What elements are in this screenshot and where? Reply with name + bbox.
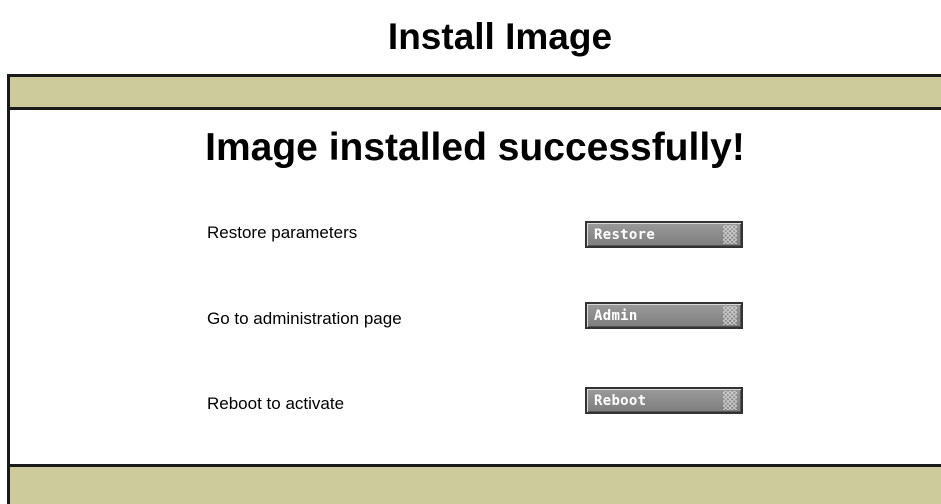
reboot-label: Reboot to activate xyxy=(207,394,345,413)
grip-icon xyxy=(723,225,737,244)
panel-footer-bar xyxy=(10,464,941,504)
admin-page-label: Go to administration page xyxy=(207,309,402,328)
restore-parameters-label: Restore parameters xyxy=(207,223,358,242)
restore-button-label: Restore xyxy=(594,227,656,243)
grip-icon xyxy=(723,306,737,325)
install-result-panel: Image installed successfully! Restore pa… xyxy=(7,74,941,504)
success-heading: Image installed successfully! xyxy=(205,126,745,169)
page-title: Install Image xyxy=(387,16,613,57)
admin-button[interactable]: Admin xyxy=(585,302,743,329)
grip-icon xyxy=(723,391,737,410)
panel-header-bar xyxy=(10,77,941,110)
restore-button[interactable]: Restore xyxy=(585,221,743,248)
reboot-button-label: Reboot xyxy=(594,393,647,409)
reboot-button[interactable]: Reboot xyxy=(585,387,743,414)
admin-button-label: Admin xyxy=(594,308,638,324)
